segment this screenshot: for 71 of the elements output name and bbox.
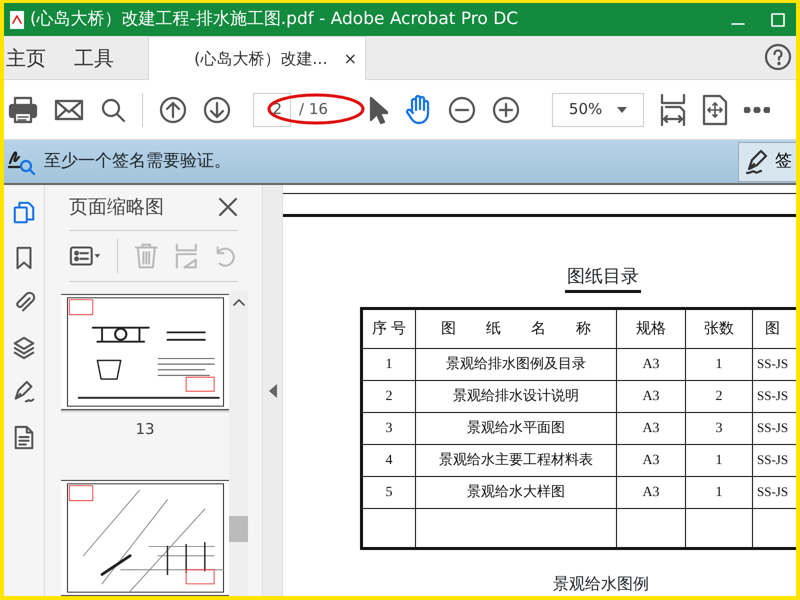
mail-icon[interactable]	[54, 98, 84, 120]
table-cell: 5	[386, 485, 392, 500]
page-thumbnail[interactable]	[61, 294, 229, 410]
options-list-icon[interactable]	[69, 244, 102, 268]
table-cell: 3	[716, 421, 722, 436]
table-cell: 1	[716, 357, 722, 372]
more-icon[interactable]	[744, 106, 770, 112]
window-title: (心岛大桥）改建工程-排水施工图.pdf - Adobe Acrobat Pro DC	[30, 8, 520, 31]
tab-title: (心岛大桥）改建...	[194, 48, 328, 70]
table-cell: SS-JS	[757, 388, 788, 403]
table-cell: SS-JS	[757, 484, 788, 499]
close-icon[interactable]	[218, 197, 238, 218]
table-cell: SS-JS	[757, 420, 788, 435]
rotate-view-icon[interactable]	[702, 94, 728, 126]
caret-icon	[616, 106, 627, 112]
column-header: 规格	[636, 320, 666, 337]
next-page-icon[interactable]	[203, 96, 231, 124]
table-cell: A3	[642, 389, 660, 404]
zoom-dropdown[interactable]: 50%	[552, 92, 644, 126]
table-cell: A3	[642, 421, 660, 436]
signature-search-icon	[8, 148, 36, 174]
table-cell: 2	[716, 389, 722, 404]
page-number-field[interactable]: 2	[253, 92, 291, 126]
collapse-panel-icon[interactable]	[268, 384, 276, 398]
previous-page-icon[interactable]	[159, 96, 187, 124]
print-icon[interactable]	[8, 96, 38, 124]
table-cell: 景观给排水设计说明	[453, 389, 579, 404]
pointer-icon[interactable]	[368, 96, 388, 124]
panel-title: 页面缩略图	[69, 195, 164, 220]
zoom-out-icon[interactable]	[448, 96, 476, 124]
hand-icon[interactable]	[404, 94, 432, 124]
zoom-in-icon[interactable]	[492, 96, 520, 124]
scrollbar-thumb[interactable]	[229, 516, 248, 542]
close-tab-button[interactable]: ×	[344, 46, 357, 70]
table-cell: 1	[386, 357, 392, 372]
table-cell: A3	[642, 485, 660, 500]
table-cell: 2	[386, 389, 392, 404]
table-cell: 1	[716, 485, 722, 500]
table-cell: 景观给水主要工程材料表	[439, 453, 593, 468]
legend-title: 景观给水图例	[553, 573, 649, 595]
column-header: 图	[765, 320, 780, 337]
drawing-index-title: 图纸目录	[565, 263, 641, 293]
table-cell: 1	[716, 453, 722, 468]
page-thumbnail[interactable]	[61, 480, 229, 596]
table-cell: SS-JS	[757, 356, 788, 371]
table-cell: 3	[386, 421, 392, 436]
maximize-icon[interactable]	[770, 12, 786, 28]
table-cell: 4	[386, 453, 392, 468]
scroll-up-icon[interactable]	[232, 298, 244, 306]
page-total: / 16	[299, 99, 328, 120]
search-icon[interactable]	[100, 96, 126, 122]
table-cell: A3	[642, 357, 660, 372]
layers-icon[interactable]	[12, 334, 36, 362]
table-cell: SS-JS	[757, 452, 788, 467]
fit-page-icon[interactable]	[660, 92, 686, 126]
column-header: 序 号	[372, 320, 406, 337]
table-cell: 景观给水大样图	[467, 485, 565, 500]
document-tab[interactable]: (心岛大桥）改建... ×	[148, 36, 366, 80]
document-icon[interactable]	[12, 424, 36, 452]
nav-tab[interactable]: 主页	[4, 42, 60, 72]
help-icon[interactable]	[764, 43, 792, 71]
pdf-file-icon	[10, 10, 24, 28]
column-header: 张数	[704, 320, 734, 337]
column-header: 图 纸 名 称	[441, 320, 591, 337]
signature-warning: 至少一个签名需要验证。	[44, 150, 232, 173]
table-cell: 景观给排水图例及目录	[446, 357, 586, 372]
page-number-label: 13	[135, 418, 155, 440]
table-cell: 景观给水平面图	[467, 421, 565, 436]
nav-tab[interactable]: 工具	[60, 42, 128, 72]
table-cell: A3	[642, 453, 660, 468]
signature-panel-button[interactable]: 签	[738, 142, 796, 182]
